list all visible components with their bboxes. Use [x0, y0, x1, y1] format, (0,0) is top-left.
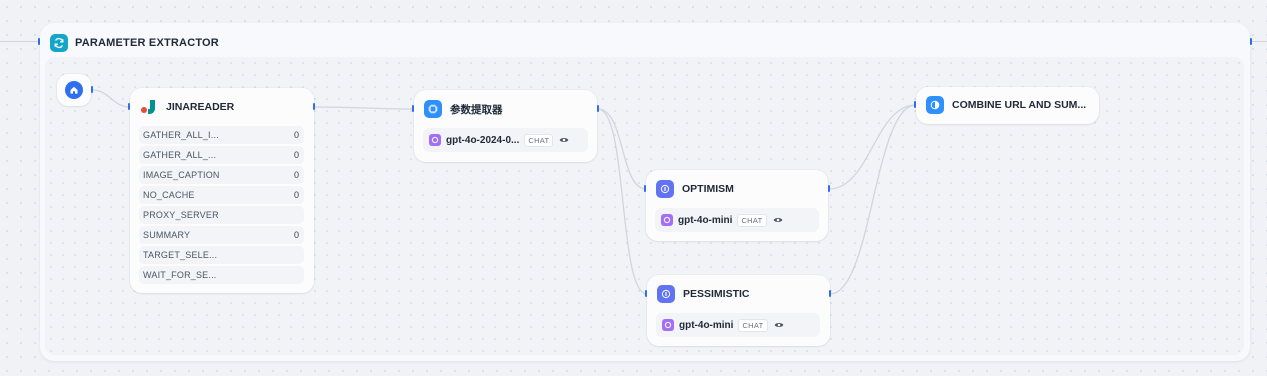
param-row: GATHER_ALL_I... 0 [139, 126, 304, 144]
combine-header: COMBINE URL AND SUM... [926, 96, 1086, 114]
combine-title: COMBINE URL AND SUM... [952, 99, 1087, 111]
param-row: SUMMARY 0 [139, 226, 304, 244]
iteration-title: PARAMETER EXTRACTOR [75, 37, 219, 49]
model-provider-icon [662, 319, 674, 331]
jinareader-input-handle[interactable] [128, 103, 130, 110]
jinareader-title: JINAREADER [166, 101, 235, 113]
jinareader-header: JINAREADER [140, 98, 234, 116]
param-row: WAIT_FOR_SE... [139, 266, 304, 284]
llm-icon [656, 180, 674, 198]
optimism-output-handle[interactable] [828, 185, 830, 192]
iteration-output-handle[interactable] [1250, 38, 1252, 45]
vision-eye-icon [772, 214, 784, 226]
model-mode-badge: CHAT [737, 213, 767, 227]
model-name: gpt-4o-2024-0... [446, 134, 520, 146]
combine-input-handle[interactable] [914, 101, 916, 108]
param-row: GATHER_ALL_... 0 [139, 146, 304, 164]
iteration-header: PARAMETER EXTRACTOR [50, 33, 219, 53]
llm-icon [657, 285, 675, 303]
vision-eye-icon [773, 319, 785, 331]
parameter-extractor-node[interactable]: 参数提取器 gpt-4o-2024-0... CHAT [414, 90, 597, 162]
jinareader-node[interactable]: JINAREADER GATHER_ALL_I... 0 GATHER_ALL_.… [130, 88, 314, 293]
param-row: TARGET_SELE... [139, 246, 304, 264]
model-mode-badge: CHAT [524, 133, 554, 147]
optimism-node[interactable]: OPTIMISM gpt-4o-mini CHAT [646, 170, 828, 241]
model-selector[interactable]: gpt-4o-2024-0... CHAT [423, 128, 588, 152]
pessimistic-node[interactable]: PESSIMISTIC gpt-4o-mini CHAT [647, 275, 830, 346]
model-name: gpt-4o-mini [678, 214, 733, 226]
template-transform-icon [926, 96, 944, 114]
jina-logo-icon [140, 98, 158, 116]
param-row: IMAGE_CAPTION 0 [139, 166, 304, 184]
extractor-input-handle[interactable] [412, 105, 414, 112]
extractor-icon [424, 100, 442, 118]
incoming-edge [0, 41, 38, 42]
model-selector[interactable]: gpt-4o-mini CHAT [656, 313, 820, 337]
model-provider-icon [661, 214, 673, 226]
outgoing-edge [1252, 41, 1267, 42]
home-icon [65, 81, 83, 99]
combine-node[interactable]: COMBINE URL AND SUM... [916, 87, 1099, 124]
optimism-header: OPTIMISM [656, 180, 734, 198]
pessimistic-output-handle[interactable] [829, 290, 831, 297]
extractor-header: 参数提取器 [424, 100, 503, 118]
pessimistic-input-handle[interactable] [645, 290, 647, 297]
model-mode-badge: CHAT [738, 318, 768, 332]
param-row: NO_CACHE 0 [139, 186, 304, 204]
iteration-start-node[interactable] [57, 74, 91, 106]
pessimistic-header: PESSIMISTIC [657, 285, 750, 303]
param-row: PROXY_SERVER [139, 206, 304, 224]
model-selector[interactable]: gpt-4o-mini CHAT [655, 208, 819, 232]
model-provider-icon [429, 134, 441, 146]
extractor-output-handle[interactable] [597, 105, 599, 112]
optimism-input-handle[interactable] [644, 185, 646, 192]
vision-eye-icon [558, 134, 570, 146]
loop-icon [50, 34, 68, 52]
optimism-title: OPTIMISM [682, 183, 734, 195]
pessimistic-title: PESSIMISTIC [683, 288, 750, 300]
jinareader-output-handle[interactable] [313, 103, 315, 110]
extractor-title: 参数提取器 [450, 103, 503, 116]
model-name: gpt-4o-mini [679, 319, 734, 331]
start-output-handle[interactable] [91, 86, 93, 93]
